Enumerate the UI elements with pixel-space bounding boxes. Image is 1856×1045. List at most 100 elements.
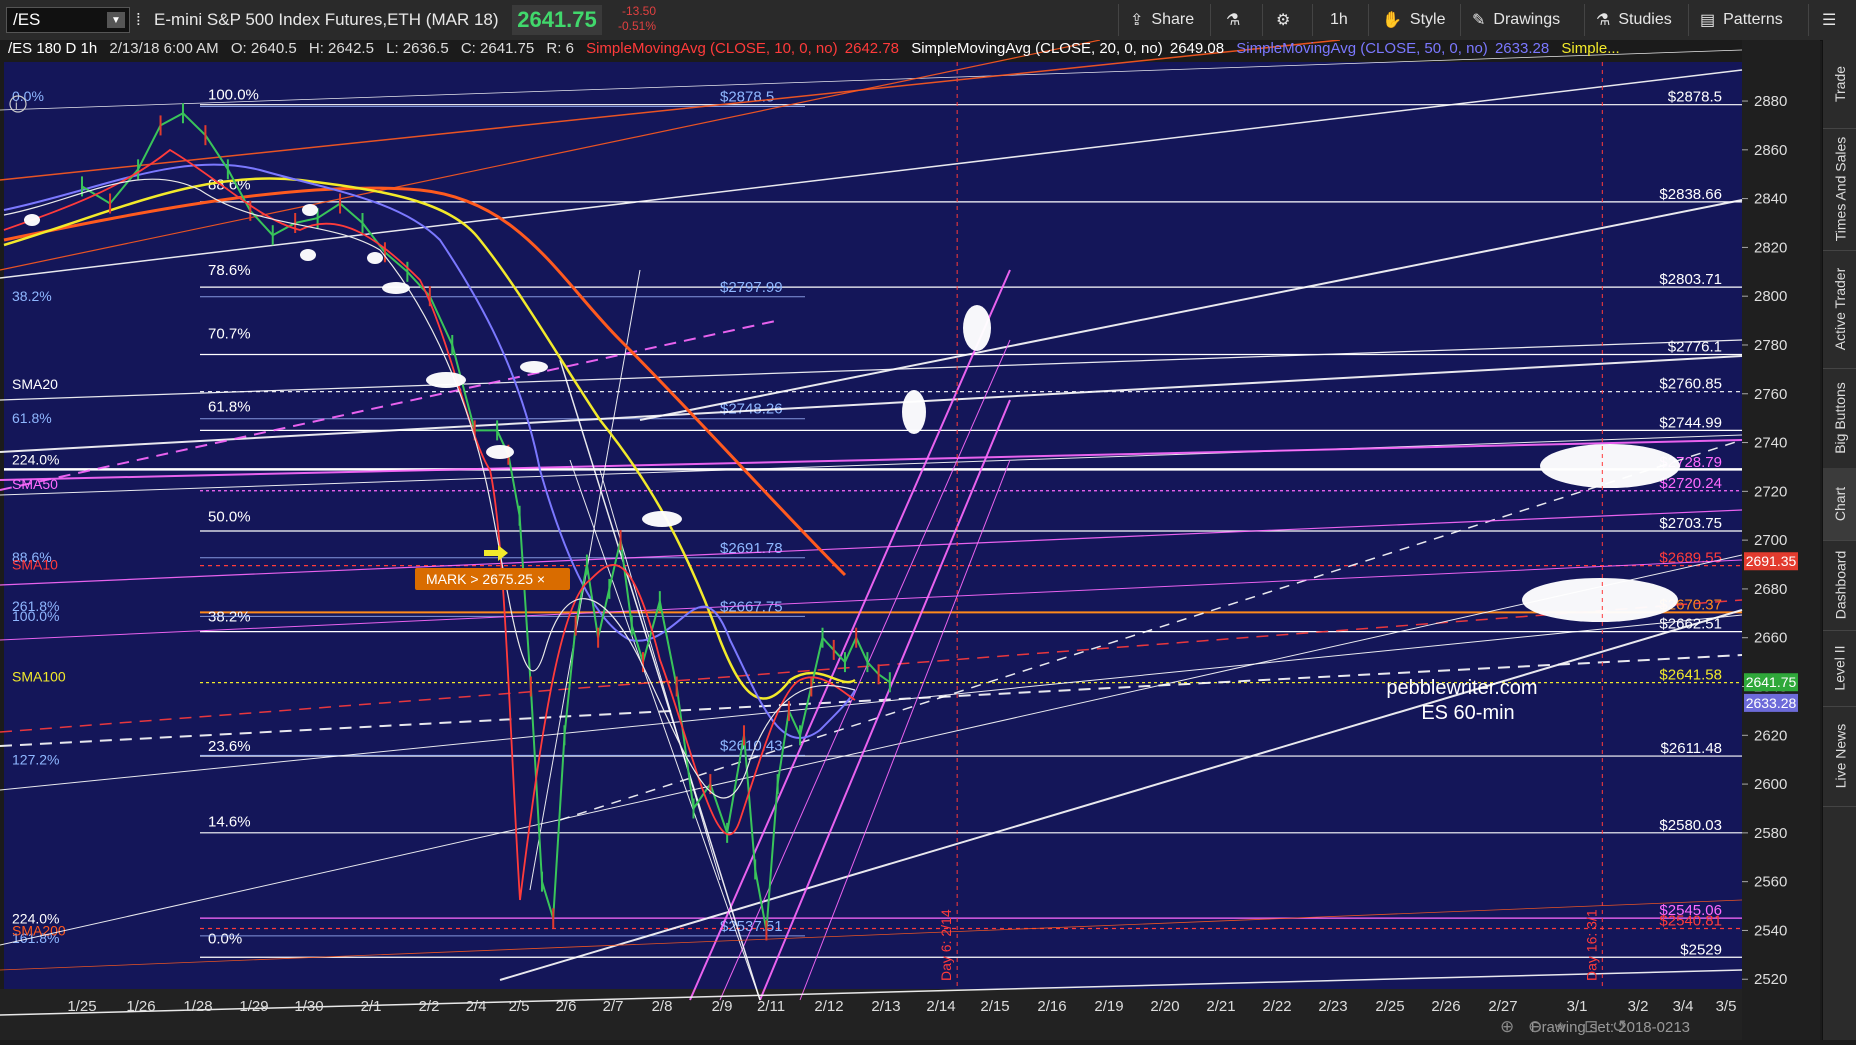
x-tick-label: 2/11 — [757, 998, 785, 1015]
tab-level-ii[interactable]: Level II — [1823, 630, 1856, 707]
x-tick-label: 2/23 — [1318, 998, 1347, 1015]
tab-times-and-sales[interactable]: Times And Sales — [1823, 128, 1856, 251]
fib-level-label: 100.0% — [208, 86, 259, 103]
x-tick-label: 2/25 — [1375, 998, 1404, 1015]
studies-label: Studies — [1618, 11, 1672, 28]
x-tick-label: 1/29 — [239, 998, 268, 1015]
annotation-ellipse — [300, 249, 316, 261]
fib-left-label: 38.2% — [12, 288, 52, 304]
studies-button[interactable]: ⚗ Studies — [1596, 0, 1672, 40]
price-level-label: $2611.48 — [1661, 740, 1722, 757]
y-tick-label: 2540 — [1754, 922, 1787, 939]
watermark-site: pebblewriter.com — [1386, 677, 1537, 699]
annotation-ellipse — [426, 372, 466, 388]
axis-price-badge-label: 2633.28 — [1746, 695, 1797, 711]
menu-button[interactable]: ☰ — [1822, 0, 1836, 40]
price-level-label: $2641.58 — [1659, 667, 1722, 684]
sma-label: SMA10 — [12, 557, 58, 573]
day-marker-label: Day 16: 3/1 — [1583, 909, 1599, 981]
x-tick-label: 2/5 — [509, 998, 530, 1015]
axis-price-badge-label: 2641.75 — [1746, 674, 1797, 690]
patterns-button[interactable]: ▤ Patterns — [1700, 0, 1783, 40]
x-tick-label: 2/13 — [871, 998, 900, 1015]
annotation-ellipse — [902, 390, 926, 434]
x-tick-label: 2/9 — [712, 998, 733, 1015]
tab-live-news[interactable]: Live News — [1823, 706, 1856, 807]
x-tick-label: 2/22 — [1262, 998, 1291, 1015]
chart-area[interactable]: $2878.5 $2838.66 $2803.71 $2776.1 $2760.85 $2… — [0, 39, 1820, 1040]
tab-label: Trade — [1832, 65, 1848, 103]
fib-left-label: 61.8% — [12, 410, 52, 426]
price-level-label: $2744.99 — [1659, 414, 1722, 431]
flask-button[interactable]: ⚗ — [1226, 0, 1240, 40]
settings-button[interactable]: ⚙ — [1276, 0, 1290, 40]
y-tick-label: 2800 — [1754, 288, 1787, 305]
bar-open: O: 2640.5 — [230, 40, 297, 57]
info-icon-glyph: i — [15, 98, 18, 112]
menu-icon: ☰ — [1822, 12, 1837, 29]
x-tick-label: 2/7 — [603, 998, 624, 1015]
x-tick-label: 3/2 — [1628, 998, 1649, 1015]
bar-low: L: 2636.5 — [386, 40, 449, 57]
interval-button[interactable]: 1h — [1330, 0, 1348, 40]
price-change: -13.50 -0.51% — [606, 4, 656, 34]
x-tick-label: 3/1 — [1567, 998, 1588, 1015]
fib-left-label: 224.0% — [12, 452, 59, 468]
tab-dashboard[interactable]: Dashboard — [1823, 540, 1856, 631]
x-tick-label: 1/26 — [126, 998, 155, 1015]
annotation-ellipse — [367, 252, 383, 264]
flask-icon: ⚗ — [1226, 12, 1241, 29]
tab-label: Big Buttons — [1832, 382, 1849, 454]
zoom-in-icon: ⊕ — [1500, 1017, 1514, 1036]
annotation-ellipse — [486, 445, 514, 459]
x-tick-label: 1/25 — [67, 998, 96, 1015]
y-tick-label: 2760 — [1754, 386, 1787, 403]
sma20-label: SimpleMovingAvg (CLOSE, 20, 0, no) — [911, 40, 1163, 57]
fib-level-label: 0.0% — [208, 931, 242, 948]
tab-trade[interactable]: Trade — [1823, 40, 1856, 129]
x-tick-label: 2/27 — [1488, 998, 1517, 1015]
sma50-label: SimpleMovingAvg (CLOSE, 50, 0, no) — [1236, 40, 1488, 57]
net-change: -13.50 — [621, 4, 656, 18]
tab-active-trader[interactable]: Active Trader — [1823, 250, 1856, 369]
annotation-ellipse — [382, 282, 410, 294]
chevron-down-icon[interactable]: ▼ — [107, 12, 125, 28]
x-tick-label: 2/21 — [1206, 998, 1235, 1015]
link-icon[interactable]: ⁞ — [136, 0, 141, 40]
zoom-out-icon: ⊖ — [1528, 1017, 1542, 1036]
mark-label: MARK > 2675.25 × — [426, 571, 545, 587]
patterns-label: Patterns — [1723, 11, 1783, 28]
x-tick-label: 2/4 — [466, 998, 487, 1015]
reset-icon: ↺ — [1612, 1017, 1626, 1036]
x-tick-label: 2/15 — [980, 998, 1009, 1015]
fib-price-label: $2691.78 — [720, 540, 783, 557]
share-button[interactable]: ⇪ Share — [1130, 0, 1194, 40]
bar-date: 2/13/18 6:00 AM — [109, 40, 219, 57]
watermark-caption: ES 60-min — [1421, 702, 1514, 724]
tab-label: Chart — [1832, 486, 1849, 522]
x-tick-label: 3/5 — [1716, 998, 1737, 1015]
sma20-value: 2649.08 — [1169, 40, 1225, 57]
plot-background — [4, 62, 1742, 989]
share-label: Share — [1151, 11, 1195, 28]
style-button[interactable]: ✋ Style — [1382, 0, 1446, 40]
fib-price-label: $2878.5 — [720, 88, 774, 105]
sma10-label: SimpleMovingAvg (CLOSE, 10, 0, no) — [586, 40, 838, 57]
tab-big-buttons[interactable]: Big Buttons — [1823, 368, 1856, 469]
symbol-text: /ES — [13, 10, 41, 29]
crosshair-icon: ⌖ — [1556, 1017, 1566, 1036]
x-tick-label: 2/20 — [1150, 998, 1179, 1015]
drawings-button[interactable]: ✎ Drawings — [1472, 0, 1560, 40]
percent-change: -0.51% — [617, 19, 656, 33]
fib-level-label: 23.6% — [208, 738, 251, 755]
x-tick-label: 2/6 — [556, 998, 577, 1015]
annotation-ellipse — [963, 305, 991, 351]
price-chart[interactable]: $2878.5$2838.66$2803.71$2776.1$2760.85$2… — [0, 39, 1820, 1040]
fib-left-label: 127.2% — [12, 752, 59, 768]
axis-price-badge-label: 2691.35 — [1746, 553, 1797, 569]
y-tick-label: 2780 — [1754, 337, 1787, 354]
tab-chart[interactable]: Chart — [1823, 468, 1856, 541]
sma-label: SMA20 — [12, 376, 58, 392]
symbol-input[interactable]: /ES ▼ — [6, 7, 130, 33]
sma-label: SMA100 — [12, 669, 66, 685]
